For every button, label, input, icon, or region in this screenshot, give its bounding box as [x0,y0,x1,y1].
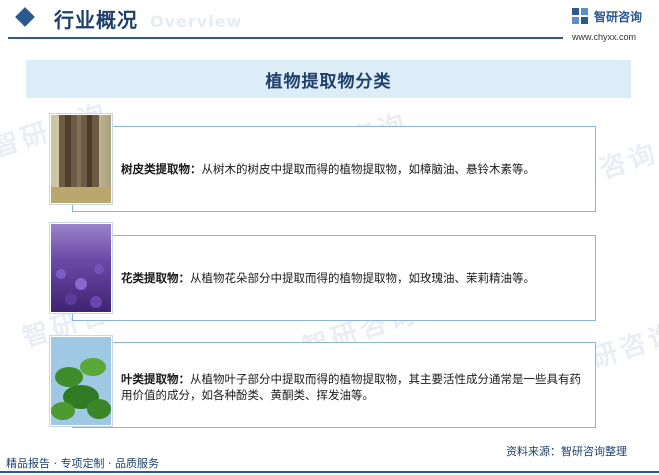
category-banner: 植物提取物分类 [26,60,631,98]
card-flower-extract: 花类提取物：从植物花朵部分中提取而得的植物提取物，如玫瑰油、茉莉精油等。 [72,235,596,321]
card-label: 花类提取物： [121,271,190,285]
brand-name: 智研咨询 [594,10,643,24]
lavender-field-photo [50,223,112,313]
tree-bark-photo [50,114,112,204]
card-label: 树皮类提取物： [121,162,202,176]
card-leaf-extract: 叶类提取物：从植物叶子部分中提取而得的植物提取物，其主要活性成分通常是一些具有药… [72,342,596,428]
page-header: Overview 行业概况 智研咨询 www.chyxx.com [0,0,659,44]
card-description: 从树木的树皮中提取而得的植物提取物，如樟脑油、悬铃木素等。 [201,162,536,176]
card-bark-extract: 树皮类提取物：从树木的树皮中提取而得的植物提取物，如樟脑油、悬铃木素等。 [72,126,596,212]
banner-title: 植物提取物分类 [265,71,392,92]
green-leaves-photo [50,336,112,426]
footer-divider [0,471,659,473]
card-description: 从植物叶子部分中提取而得的植物提取物，其主要活性成分通常是一些具有药用价值的成分… [121,372,581,402]
footer-services: 精品报告 · 专项定制 · 品质服务 [6,457,159,470]
section-title: 行业概况 [54,8,138,32]
section-title-en: Overview [150,12,243,31]
data-source: 资料来源：智研咨询整理 [506,445,627,458]
card-label: 叶类提取物： [121,372,190,386]
diamond-icon [15,7,35,27]
brand-url: www.chyxx.com [572,32,637,42]
card-description: 从植物花朵部分中提取而得的植物提取物，如玫瑰油、茉莉精油等。 [190,271,535,285]
brand-logo-icon [572,8,588,24]
card-text: 花类提取物：从植物花朵部分中提取而得的植物提取物，如玫瑰油、茉莉精油等。 [121,270,587,286]
card-text: 树皮类提取物：从树木的树皮中提取而得的植物提取物，如樟脑油、悬铃木素等。 [121,161,587,177]
header-divider [8,37,563,39]
card-text: 叶类提取物：从植物叶子部分中提取而得的植物提取物，其主要活性成分通常是一些具有药… [121,371,587,403]
